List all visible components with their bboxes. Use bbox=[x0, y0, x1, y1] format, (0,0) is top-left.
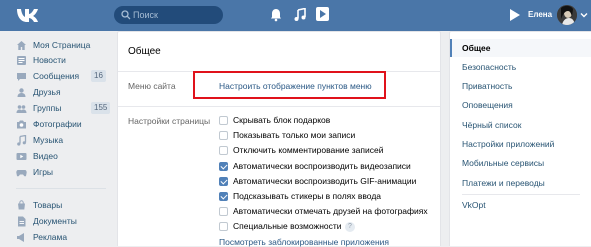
sidebar-item-music[interactable]: Музыка bbox=[16, 133, 110, 148]
documents-icon bbox=[18, 216, 26, 227]
checkbox[interactable] bbox=[219, 116, 228, 125]
sidebar-item-photos[interactable]: Фотографии bbox=[16, 117, 110, 132]
checkbox-checked[interactable] bbox=[219, 177, 228, 186]
search-input[interactable] bbox=[133, 6, 219, 24]
sidebar-item-my-page[interactable]: Моя Страница bbox=[16, 38, 110, 53]
sidebar-item-ads[interactable]: Реклама bbox=[16, 230, 110, 245]
option-label: Автоматически воспроизводить GIF-анимаци… bbox=[233, 176, 417, 186]
user-name[interactable]: Елена bbox=[528, 10, 552, 19]
video-icon bbox=[16, 153, 27, 160]
search-box[interactable] bbox=[114, 6, 223, 24]
checkbox[interactable] bbox=[219, 131, 228, 140]
sidebar-item-video[interactable]: Видео bbox=[16, 149, 110, 164]
sidebar-item-label: Друзья bbox=[33, 87, 61, 97]
menu-item-security[interactable]: Безопасность bbox=[450, 58, 591, 76]
sidebar-item-goods[interactable]: Товары bbox=[16, 198, 110, 213]
avatar[interactable] bbox=[557, 5, 577, 25]
video-play-button[interactable] bbox=[316, 7, 329, 21]
groups-icon bbox=[16, 105, 27, 113]
checkbox[interactable] bbox=[219, 207, 228, 216]
sidebar-divider bbox=[16, 188, 106, 189]
page-settings-label: Настройки страницы bbox=[128, 116, 211, 126]
news-icon bbox=[17, 56, 26, 65]
checkbox-checked[interactable] bbox=[219, 162, 228, 171]
menu-item-vkopt[interactable]: VkOpt bbox=[450, 196, 591, 214]
sidebar-item-label: Товары bbox=[33, 200, 63, 210]
menu-item-notifications[interactable]: Оповещения bbox=[450, 96, 591, 114]
sidebar-item-label: Сообщения bbox=[33, 71, 80, 81]
menu-divider bbox=[462, 194, 580, 195]
games-icon bbox=[16, 170, 27, 177]
goods-icon bbox=[18, 200, 25, 210]
menu-item-blacklist[interactable]: Чёрный список bbox=[450, 116, 591, 134]
sidebar-item-label: Игры bbox=[33, 167, 54, 177]
unread-count-badge: 16 bbox=[91, 70, 106, 82]
menu-item-mobile-services[interactable]: Мобильные сервисы bbox=[450, 154, 591, 172]
option-label: Подсказывать стикеры в полях ввода bbox=[233, 191, 382, 201]
option-label: Специальные возможности bbox=[233, 221, 342, 231]
menu-item-label: Чёрный список bbox=[462, 120, 522, 130]
site-menu-label: Меню сайта bbox=[128, 81, 176, 91]
menu-item-label: Безопасность bbox=[462, 62, 517, 72]
menu-item-payments[interactable]: Платежи и переводы bbox=[450, 174, 591, 192]
sidebar-item-friends[interactable]: Друзья bbox=[16, 85, 110, 100]
section-divider bbox=[118, 106, 440, 107]
avatar-photo bbox=[557, 5, 577, 25]
menu-item-label: Оповещения bbox=[462, 100, 513, 110]
highlight-box bbox=[193, 71, 386, 99]
menu-item-label: Приватность bbox=[462, 81, 513, 91]
checkbox[interactable] bbox=[219, 222, 228, 231]
blocked-apps-link[interactable]: Посмотреть заблокированные приложения bbox=[219, 237, 389, 247]
sidebar-item-games[interactable]: Игры bbox=[16, 165, 110, 180]
messages-icon bbox=[17, 73, 26, 81]
vk-logo-icon[interactable] bbox=[16, 7, 38, 24]
option-label: Автоматически отмечать друзей на фотогра… bbox=[233, 206, 428, 216]
groups-count-badge: 155 bbox=[91, 102, 111, 114]
bell-icon[interactable] bbox=[269, 8, 283, 22]
menu-item-privacy[interactable]: Приватность bbox=[450, 77, 591, 95]
option-label: Автоматически воспроизводить видеозаписи bbox=[233, 161, 411, 171]
chevron-down-icon[interactable] bbox=[580, 11, 588, 19]
friends-icon bbox=[17, 88, 26, 97]
checkbox[interactable] bbox=[219, 146, 228, 155]
menu-item-label: VkOpt bbox=[462, 200, 486, 210]
home-icon bbox=[17, 41, 26, 50]
option-label: Показывать только мои записи bbox=[233, 130, 356, 140]
settings-card: Общее Меню сайта Настроить отображение п… bbox=[117, 31, 441, 247]
help-icon[interactable]: ? bbox=[345, 222, 355, 232]
play-icon bbox=[320, 10, 326, 18]
music-icon bbox=[17, 135, 27, 146]
menu-item-general[interactable]: Общее bbox=[450, 39, 591, 57]
sidebar-item-label: Видео bbox=[33, 151, 58, 161]
music-note-icon[interactable] bbox=[293, 8, 307, 22]
sidebar-item-label: Новости bbox=[33, 55, 66, 65]
menu-item-label: Общее bbox=[462, 43, 491, 53]
checkbox-checked[interactable] bbox=[219, 192, 228, 201]
sidebar-item-label: Моя Страница bbox=[33, 40, 91, 50]
sidebar-item-news[interactable]: Новости bbox=[16, 53, 110, 68]
sidebar-item-label: Музыка bbox=[33, 135, 64, 145]
camera-icon bbox=[17, 120, 26, 129]
player-play-icon[interactable] bbox=[510, 9, 520, 21]
sidebar-item-messages[interactable]: Сообщения 16 bbox=[16, 69, 110, 84]
sidebar-item-label: Документы bbox=[33, 216, 77, 226]
ads-icon bbox=[17, 233, 24, 242]
option-label: Отключить комментирование записей bbox=[233, 145, 384, 155]
menu-item-label: Мобильные сервисы bbox=[462, 158, 545, 168]
sidebar-item-documents[interactable]: Документы bbox=[16, 214, 110, 229]
sidebar-item-label: Фотографии bbox=[33, 119, 82, 129]
search-icon bbox=[121, 10, 131, 20]
page-title: Общее bbox=[128, 46, 161, 57]
sidebar-item-label: Группы bbox=[33, 103, 62, 113]
settings-menu: Общее Безопасность Приватность Оповещени… bbox=[449, 31, 591, 246]
top-header: Елена bbox=[0, 0, 591, 31]
sidebar-item-groups[interactable]: Группы 155 bbox=[16, 101, 111, 116]
menu-item-label: Настройки приложений bbox=[462, 139, 555, 149]
menu-item-app-settings[interactable]: Настройки приложений bbox=[450, 135, 591, 153]
sidebar-item-label: Реклама bbox=[33, 232, 68, 242]
menu-item-label: Платежи и переводы bbox=[462, 178, 545, 188]
option-label: Скрывать блок подарков bbox=[233, 115, 331, 125]
